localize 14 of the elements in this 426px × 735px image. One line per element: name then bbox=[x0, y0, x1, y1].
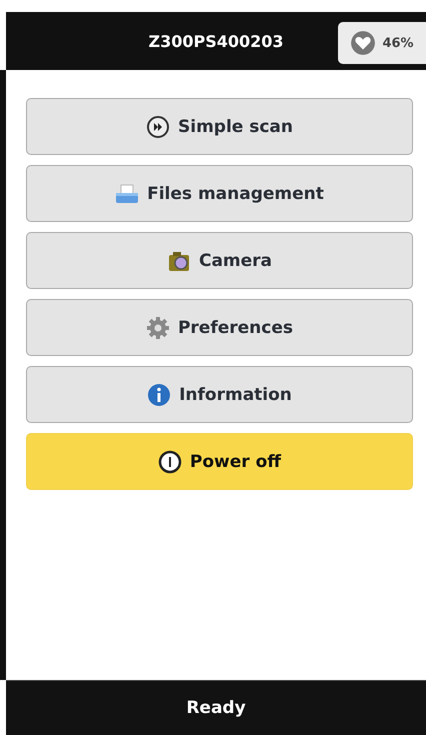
power-off-button[interactable]: Power off bbox=[26, 433, 413, 490]
menu-button[interactable]: Information bbox=[26, 366, 413, 423]
scanner-icon bbox=[115, 182, 140, 206]
power-icon bbox=[158, 450, 182, 474]
status-text: Ready bbox=[186, 698, 246, 718]
info-icon bbox=[147, 382, 172, 406]
menu-button[interactable]: Files management bbox=[26, 165, 413, 222]
menu-button[interactable]: Preferences bbox=[26, 299, 413, 356]
battery-button[interactable]: 46% bbox=[338, 22, 426, 64]
device-title: Z300PS400203 bbox=[148, 32, 284, 50]
menu-button[interactable]: Simple scan bbox=[26, 98, 413, 155]
circle-arrows-icon bbox=[146, 114, 170, 138]
menu-button[interactable]: Camera bbox=[26, 232, 413, 289]
gear-icon bbox=[146, 316, 170, 340]
